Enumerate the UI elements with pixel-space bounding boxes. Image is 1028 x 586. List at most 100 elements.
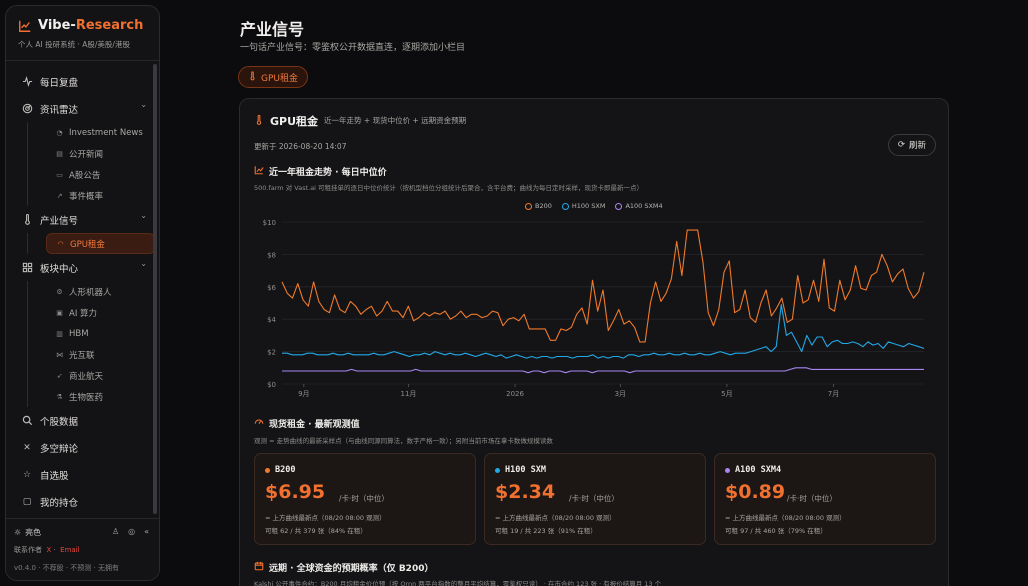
sidebar-item-hbm[interactable]: ▥ HBM — [46, 323, 155, 344]
legend-item-b200[interactable]: B200 — [525, 202, 552, 210]
sidebar-item-event-probability[interactable]: ↗ 事件概率 — [46, 185, 155, 206]
collapse-icon[interactable]: « — [144, 527, 149, 536]
sidebar-item-commercial-space[interactable]: ➶ 商业航天 — [46, 365, 155, 386]
chart-legend: B200 H100 SXM A100 SXM4 — [525, 202, 663, 210]
version-text: v0.4.0 · 不荐股 · 不预测 · 无拥有 — [14, 564, 119, 572]
refresh-icon: ⟳ — [897, 140, 905, 150]
sidebar-subnav-industry: ◠ GPU租金 — [27, 233, 155, 254]
thermometer-icon — [254, 111, 264, 130]
contact-label: 联系作者 — [14, 546, 42, 554]
sidebar-item-news-radar[interactable]: 资讯雷达 ⌄ — [14, 95, 155, 122]
sidebar-item-public-news[interactable]: ▤ 公开新闻 — [46, 143, 155, 164]
price-unit: /卡·时（中位） — [339, 494, 389, 503]
radar-icon — [21, 103, 33, 115]
sidebar-item-label: 自选股 — [40, 470, 69, 482]
legend-label: B200 — [535, 202, 552, 210]
sidebar-item-industry-signals[interactable]: 产业信号 ⌄ — [14, 206, 155, 233]
sidebar-item-a-share-announcements[interactable]: ▭ A股公告 — [46, 164, 155, 185]
star-icon: ☆ — [22, 469, 32, 480]
sidebar-item-label: 光互联 — [69, 350, 95, 361]
sidebar-item-label: 资讯雷达 — [40, 104, 79, 116]
price-value: $6.95 — [265, 481, 326, 503]
newspaper-icon: ▤ — [56, 149, 63, 158]
github-icon[interactable]: ◎ — [128, 527, 135, 536]
trend-section-title: 近一年租金走势 · 每日中位价 — [254, 165, 387, 178]
section-title-text: 近一年租金走势 · 每日中位价 — [269, 168, 387, 178]
sidebar: Vibe-Research 个人 AI 投研系统 · A股/美股/港股 每日复盘… — [5, 5, 160, 581]
y-tick-label: $10 — [263, 219, 276, 227]
gpu-rental-card: GPU租金 近一年走势 + 现货中位价 + 远期资金预期 更新于 2026-08… — [239, 98, 949, 586]
sidebar-item-label: 多空辩论 — [40, 443, 79, 455]
sidebar-footer: ☼ 亮色 ♙ ◎ « 联系作者 X · Email v0.4.0 · 不荐股 ·… — [6, 518, 159, 580]
sidebar-item-humanoid-robot[interactable]: ⚙ 人形机器人 — [46, 281, 155, 302]
sidebar-item-label: 个股数据 — [40, 416, 79, 428]
price-availability: 可租 19 / 共 223 张（91% 在租） — [495, 527, 597, 535]
sidebar-item-biomedicine[interactable]: ⚗ 生物医药 — [46, 386, 155, 407]
theme-toggle[interactable]: ☼ 亮色 — [14, 527, 41, 538]
legend-swatch — [615, 202, 623, 210]
x-tick-label: 11月 — [401, 390, 417, 398]
price-card-name: H100 SXM — [495, 465, 546, 475]
x-tick-label: 2026 — [506, 390, 524, 398]
x-tick-label: 5月 — [721, 390, 732, 398]
updated-time: 更新于 2026-08-20 14:07 — [254, 142, 347, 151]
price-card-a100: A100 SXM4 $0.89 /卡·时（中位） = 上方曲线最新点（08/20… — [714, 453, 936, 545]
legend-item-h100[interactable]: H100 SXM — [561, 202, 605, 210]
sidebar-scrollbar[interactable] — [153, 64, 157, 514]
price-card-h100: H100 SXM $2.34 /卡·时（中位） = 上方曲线最新点（08/20 … — [484, 453, 706, 545]
sidebar-item-label: GPU租金 — [70, 239, 105, 250]
y-tick-label: $2 — [267, 349, 276, 357]
pulse-icon — [21, 76, 33, 88]
refresh-button[interactable]: ⟳ 刷新 — [887, 134, 936, 156]
sidebar-item-my-holdings[interactable]: ▢ 我的持仓 — [14, 488, 155, 515]
price-source-note: = 上方曲线最新点（08/20 08:00 观测） — [725, 514, 846, 522]
price-value: $2.34 — [495, 481, 556, 503]
refresh-label: 刷新 — [908, 141, 926, 151]
price-unit: /卡·时（中位） — [569, 494, 619, 503]
sidebar-item-label: HBM — [69, 328, 89, 339]
legend-item-a100[interactable]: A100 SXM4 — [615, 202, 663, 210]
price-card-name-text: A100 SXM4 — [735, 465, 782, 475]
sidebar-item-stock-data[interactable]: 个股数据 — [14, 407, 155, 434]
contact-email-link[interactable]: Email — [60, 546, 79, 554]
theme-label: 亮色 — [25, 528, 42, 537]
brand-name: Vibe-Research — [38, 18, 144, 33]
sidebar-subnav-sectors: ⚙ 人形机器人 ▣ AI 算力 ▥ HBM ⋈ 光互联 ➶ 商业航天 ⚗ 生物医药 — [27, 281, 155, 407]
price-source-note: = 上方曲线最新点（08/20 08:00 观测） — [495, 514, 616, 522]
card-header: GPU租金 近一年走势 + 现货中位价 + 远期资金预期 — [254, 111, 466, 130]
contact-x-link[interactable]: X — [46, 546, 51, 554]
page-title: 产业信号 — [240, 20, 305, 39]
price-card-name: A100 SXM4 — [725, 465, 781, 475]
forward-section-note: Kalshi 公开事件合约：B200 月均租金价位预（按 Ornn 两平台指数的… — [254, 580, 662, 586]
sidebar-item-daily-review[interactable]: 每日复盘 — [14, 68, 155, 95]
sidebar-item-sector-center[interactable]: 板块中心 ⌄ — [14, 254, 155, 281]
sidebar-item-label: 产业信号 — [40, 215, 79, 227]
sidebar-item-ai-compute[interactable]: ▣ AI 算力 — [46, 302, 155, 323]
sidebar-item-label: 公开新闻 — [69, 149, 104, 160]
brand[interactable]: Vibe-Research — [18, 18, 143, 33]
x-tick-label: 9月 — [298, 390, 309, 398]
rss-icon: ◔ — [56, 128, 63, 137]
swords-icon: ✕ — [23, 442, 31, 453]
thermometer-icon — [248, 70, 257, 84]
legend-swatch — [561, 202, 569, 210]
tab-gpu-rental[interactable]: GPU租金 — [238, 66, 308, 88]
sidebar-item-label: 我的持仓 — [40, 497, 79, 509]
sidebar-item-gpu-rental[interactable]: ◠ GPU租金 — [46, 233, 155, 254]
sidebar-item-label: Investment News — [69, 127, 143, 138]
thermometer-icon — [21, 214, 33, 226]
sidebar-item-watchlist[interactable]: ☆ 自选股 — [14, 461, 155, 488]
sidebar-item-label: 每日复盘 — [40, 77, 79, 89]
rent-trend-chart: $0 $2 $4 $6 $8 $10 9月 11月 2026 3月 5月 7月 — [244, 214, 944, 399]
sidebar-item-bull-bear-debate[interactable]: ✕ 多空辩论 — [14, 434, 155, 461]
sidebar-item-label: A股公告 — [69, 170, 101, 181]
page-subtitle: 一句话产业信号：零鉴权公开数据直连，逐期添加小栏目 — [240, 43, 466, 53]
trend-chart-icon — [19, 20, 31, 32]
user-icon[interactable]: ♙ — [112, 527, 119, 536]
sidebar-item-label: 板块中心 — [40, 263, 79, 275]
contact-line: 联系作者 X · Email — [14, 546, 80, 554]
sidebar-item-investment-news[interactable]: ◔ Investment News — [46, 122, 155, 143]
sidebar-item-optical-interconnect[interactable]: ⋈ 光互联 — [46, 344, 155, 365]
trend-section-note: 500.farm 对 Vast.ai 可租挂单的逐日中位价统计（按机型档位分组统… — [254, 184, 644, 192]
sun-icon: ☼ — [14, 528, 22, 537]
